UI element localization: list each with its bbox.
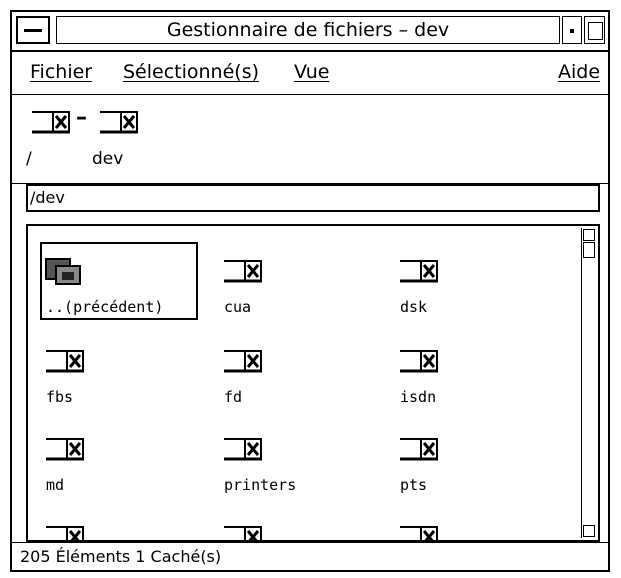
folder-icon — [44, 346, 88, 376]
file-manager-window: Gestionnaire de fichiers – dev Fichier S… — [10, 10, 610, 572]
folder-icon — [100, 111, 138, 134]
file-item[interactable] — [44, 514, 194, 540]
file-item[interactable]: fbs — [44, 338, 194, 418]
file-name: dsk — [400, 298, 428, 316]
folder-icon — [222, 522, 266, 540]
folder-icon — [44, 522, 88, 540]
window-title: Gestionnaire de fichiers – dev — [56, 16, 560, 44]
scroll-up-button[interactable] — [583, 229, 595, 241]
file-item[interactable]: pts — [398, 426, 548, 506]
file-item[interactable]: fd — [222, 338, 372, 418]
file-name: pts — [400, 476, 428, 494]
folder-icon — [222, 256, 266, 286]
folder-icon — [32, 111, 70, 134]
folder-icon — [398, 256, 442, 286]
folder-icon — [398, 522, 442, 540]
minimize-button[interactable] — [562, 16, 582, 44]
file-item[interactable] — [222, 514, 372, 540]
path-root[interactable] — [30, 107, 74, 137]
file-name: md — [46, 476, 65, 494]
folder-icon — [44, 434, 88, 464]
maximize-button[interactable] — [584, 16, 605, 44]
file-name: fbs — [46, 388, 74, 406]
path-label-root[interactable]: / — [26, 149, 32, 169]
menu-file[interactable]: Fichier — [30, 61, 92, 83]
file-name: cua — [224, 298, 252, 316]
path-label-dev[interactable]: dev — [92, 149, 123, 169]
file-item[interactable]: printers — [222, 426, 372, 506]
parent-folder-icon — [44, 256, 88, 286]
path-separator: – — [76, 105, 87, 130]
file-name: printers — [224, 476, 297, 494]
menu-bar: Fichier Sélectionné(s) Vue Aide — [12, 52, 608, 95]
menu-selected[interactable]: Sélectionné(s) — [123, 61, 259, 83]
file-item[interactable] — [398, 514, 548, 540]
folder-icon — [398, 434, 442, 464]
menu-view[interactable]: Vue — [294, 61, 329, 83]
path-dev[interactable] — [98, 107, 142, 137]
path-bar: – / dev — [12, 95, 608, 184]
status-bar: 205 Éléments 1 Caché(s) — [12, 542, 608, 572]
file-item[interactable]: dsk — [398, 248, 548, 328]
file-item[interactable]: md — [44, 426, 194, 506]
title-bar[interactable]: Gestionnaire de fichiers – dev — [12, 12, 608, 52]
scroll-down-button[interactable] — [583, 525, 595, 537]
folder-icon — [222, 434, 266, 464]
scroll-thumb[interactable] — [583, 242, 595, 258]
folder-icon — [222, 346, 266, 376]
menu-help[interactable]: Aide — [558, 61, 600, 83]
window-menu-button[interactable] — [16, 16, 50, 44]
file-view[interactable]: ..(précédent) cua dsk fbs fd isdn md printers pt… — [26, 224, 600, 542]
file-item[interactable]: isdn — [398, 338, 548, 418]
path-input[interactable]: /dev — [26, 184, 600, 212]
file-item[interactable]: cua — [222, 248, 372, 328]
vertical-scrollbar[interactable] — [581, 228, 596, 538]
file-name: isdn — [400, 388, 437, 406]
folder-icon — [398, 346, 442, 376]
file-item[interactable]: ..(précédent) — [40, 242, 198, 328]
file-name: ..(précédent) — [46, 298, 164, 316]
file-name: fd — [224, 388, 243, 406]
